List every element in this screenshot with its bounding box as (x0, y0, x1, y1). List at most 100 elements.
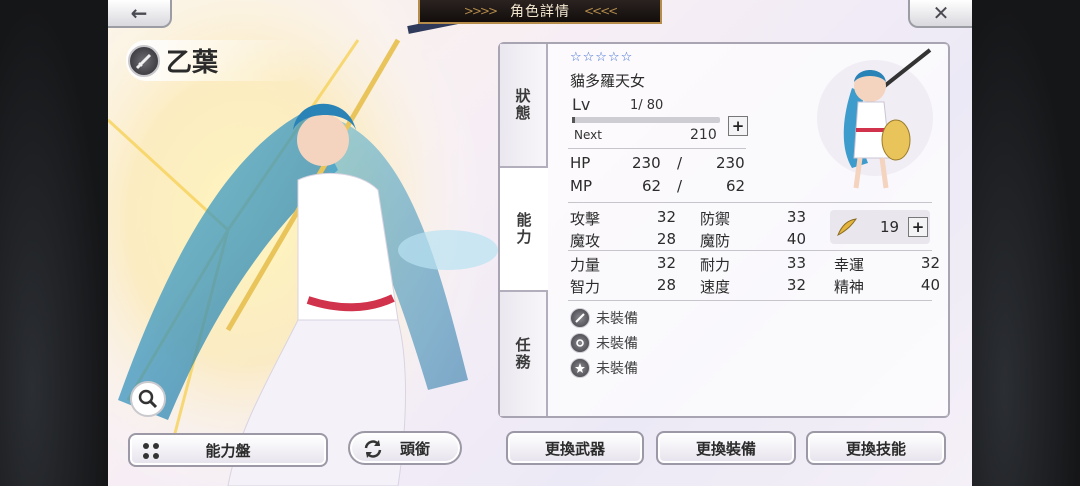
stat-value: 40 (920, 276, 940, 294)
grid-dots-icon (142, 442, 160, 464)
class-name: 貓多羅天女 (570, 72, 646, 90)
zoom-button[interactable] (130, 381, 166, 417)
feather-icon (836, 217, 858, 241)
character-name: 乙葉 (166, 48, 219, 78)
divider (568, 202, 932, 203)
left-background (0, 0, 108, 486)
stat-label: 力量 (570, 256, 601, 274)
rarity-stars: ☆☆☆☆☆ (570, 50, 634, 65)
exp-bar (572, 117, 720, 123)
stat-label: 智力 (570, 278, 601, 296)
level-value: 1/ 80 (630, 98, 664, 113)
title-button[interactable]: 頭銜 (348, 431, 462, 465)
stat-value: 28 (656, 230, 676, 248)
divider (568, 250, 932, 251)
equip-slot-weapon[interactable]: 未裝備 (570, 308, 638, 328)
change-skill-label: 更換技能 (845, 439, 906, 458)
hp-row: HP 230 / 230 (570, 154, 748, 174)
stat-magic-defense: 魔防 40 (700, 230, 818, 250)
equip-slot-label: 未裝備 (596, 361, 638, 377)
mp-current: 62 (642, 177, 662, 195)
stat-label: 精神 (834, 278, 865, 296)
stat-label: 幸運 (834, 256, 865, 274)
level-label: Lv (572, 95, 591, 114)
hp-max: 230 (716, 154, 745, 172)
stat-magic-attack: 魔攻 28 (570, 230, 688, 250)
stat-label: 攻擊 (570, 210, 601, 228)
stat-endurance: 耐力 33 (700, 254, 818, 274)
ability-board-button[interactable]: 能力盤 (128, 433, 328, 467)
stat-label: 速度 (700, 278, 731, 296)
divider (568, 148, 746, 149)
stat-label: 魔防 (700, 232, 731, 250)
tab-ability-label: 能力 (514, 212, 533, 246)
stat-value: 33 (786, 208, 806, 226)
right-background (972, 0, 1080, 486)
panel-tabs: 狀態 能力 任務 (500, 44, 548, 416)
panel-content: ☆☆☆☆☆ 貓多羅天女 Lv 1/ 80 Next 210 + HP 230 /… (548, 44, 948, 416)
page-title: 角色詳情 (510, 4, 570, 20)
mp-label: MP (570, 177, 592, 195)
refresh-icon (362, 439, 384, 463)
tab-status-label: 狀態 (513, 88, 532, 122)
left-arrow-icon: ← (130, 1, 148, 25)
hp-current: 230 (632, 154, 661, 172)
character-name-plate: 乙葉 (126, 40, 309, 81)
sword-badge-icon (128, 44, 160, 77)
tab-ability[interactable]: 能力 (500, 168, 548, 292)
tab-status[interactable]: 狀態 (500, 44, 548, 168)
stat-value: 33 (786, 254, 806, 272)
equip-slot-label: 未裝備 (596, 336, 638, 352)
change-skill-button[interactable]: 更換技能 (806, 431, 946, 465)
stat-defense: 防禦 33 (700, 208, 818, 228)
stat-strength: 力量 32 (570, 254, 688, 274)
change-equipment-label: 更換裝備 (695, 439, 756, 458)
close-button[interactable]: ✕ (908, 0, 972, 28)
equip-slot-accessory[interactable]: 未裝備 (570, 333, 638, 353)
ability-board-label: 能力盤 (205, 441, 251, 460)
skill-slot-icon (570, 358, 590, 378)
stat-value: 32 (656, 208, 676, 226)
character-chibi-portrait (812, 48, 938, 198)
title-decoration-right: <<<< (584, 4, 618, 18)
divider (568, 300, 932, 301)
stat-spirit: 精神 40 (834, 276, 952, 296)
equip-slot-label: 未裝備 (596, 311, 638, 327)
stat-attack: 攻擊 32 (570, 208, 688, 228)
stat-intelligence: 智力 28 (570, 276, 688, 296)
ability-points-value: 19 (880, 218, 900, 236)
stat-value: 40 (786, 230, 806, 248)
level-up-button[interactable]: + (728, 116, 748, 136)
weapon-slot-icon (570, 308, 590, 328)
mp-row: MP 62 / 62 (570, 177, 748, 197)
change-equipment-button[interactable]: 更換裝備 (656, 431, 796, 465)
plus-icon: + (731, 117, 745, 135)
add-points-button[interactable]: + (908, 217, 928, 237)
equip-slot-skill[interactable]: 未裝備 (570, 358, 638, 378)
stat-value: 32 (656, 254, 676, 272)
next-value: 210 (690, 127, 717, 143)
tab-mission-label: 任務 (513, 337, 532, 371)
hp-separator: / (677, 154, 683, 172)
next-label: Next (574, 128, 602, 142)
stat-luck: 幸運 32 (834, 254, 952, 274)
page-title-bar: >>>> 角色詳情 <<<< (418, 0, 662, 24)
change-weapon-label: 更換武器 (544, 439, 605, 458)
accessory-slot-icon (570, 333, 590, 353)
stat-label: 防禦 (700, 210, 731, 228)
stat-label: 耐力 (700, 256, 731, 274)
magnifier-icon (138, 389, 158, 409)
stat-value: 32 (786, 276, 806, 294)
stat-speed: 速度 32 (700, 276, 818, 296)
change-weapon-button[interactable]: 更換武器 (506, 431, 644, 465)
title-button-label: 頭銜 (399, 439, 430, 458)
stat-label: 魔攻 (570, 232, 601, 250)
mp-separator: / (677, 177, 683, 195)
stat-value: 28 (656, 276, 676, 294)
back-button[interactable]: ← (108, 0, 172, 28)
hp-label: HP (570, 154, 591, 172)
title-decoration-left: >>>> (463, 4, 498, 18)
tab-mission[interactable]: 任務 (500, 292, 548, 416)
exp-bar-fill (572, 117, 575, 123)
status-panel: 狀態 能力 任務 ☆☆☆☆☆ 貓多羅天女 Lv 1/ 80 Next 210 +… (498, 42, 950, 418)
